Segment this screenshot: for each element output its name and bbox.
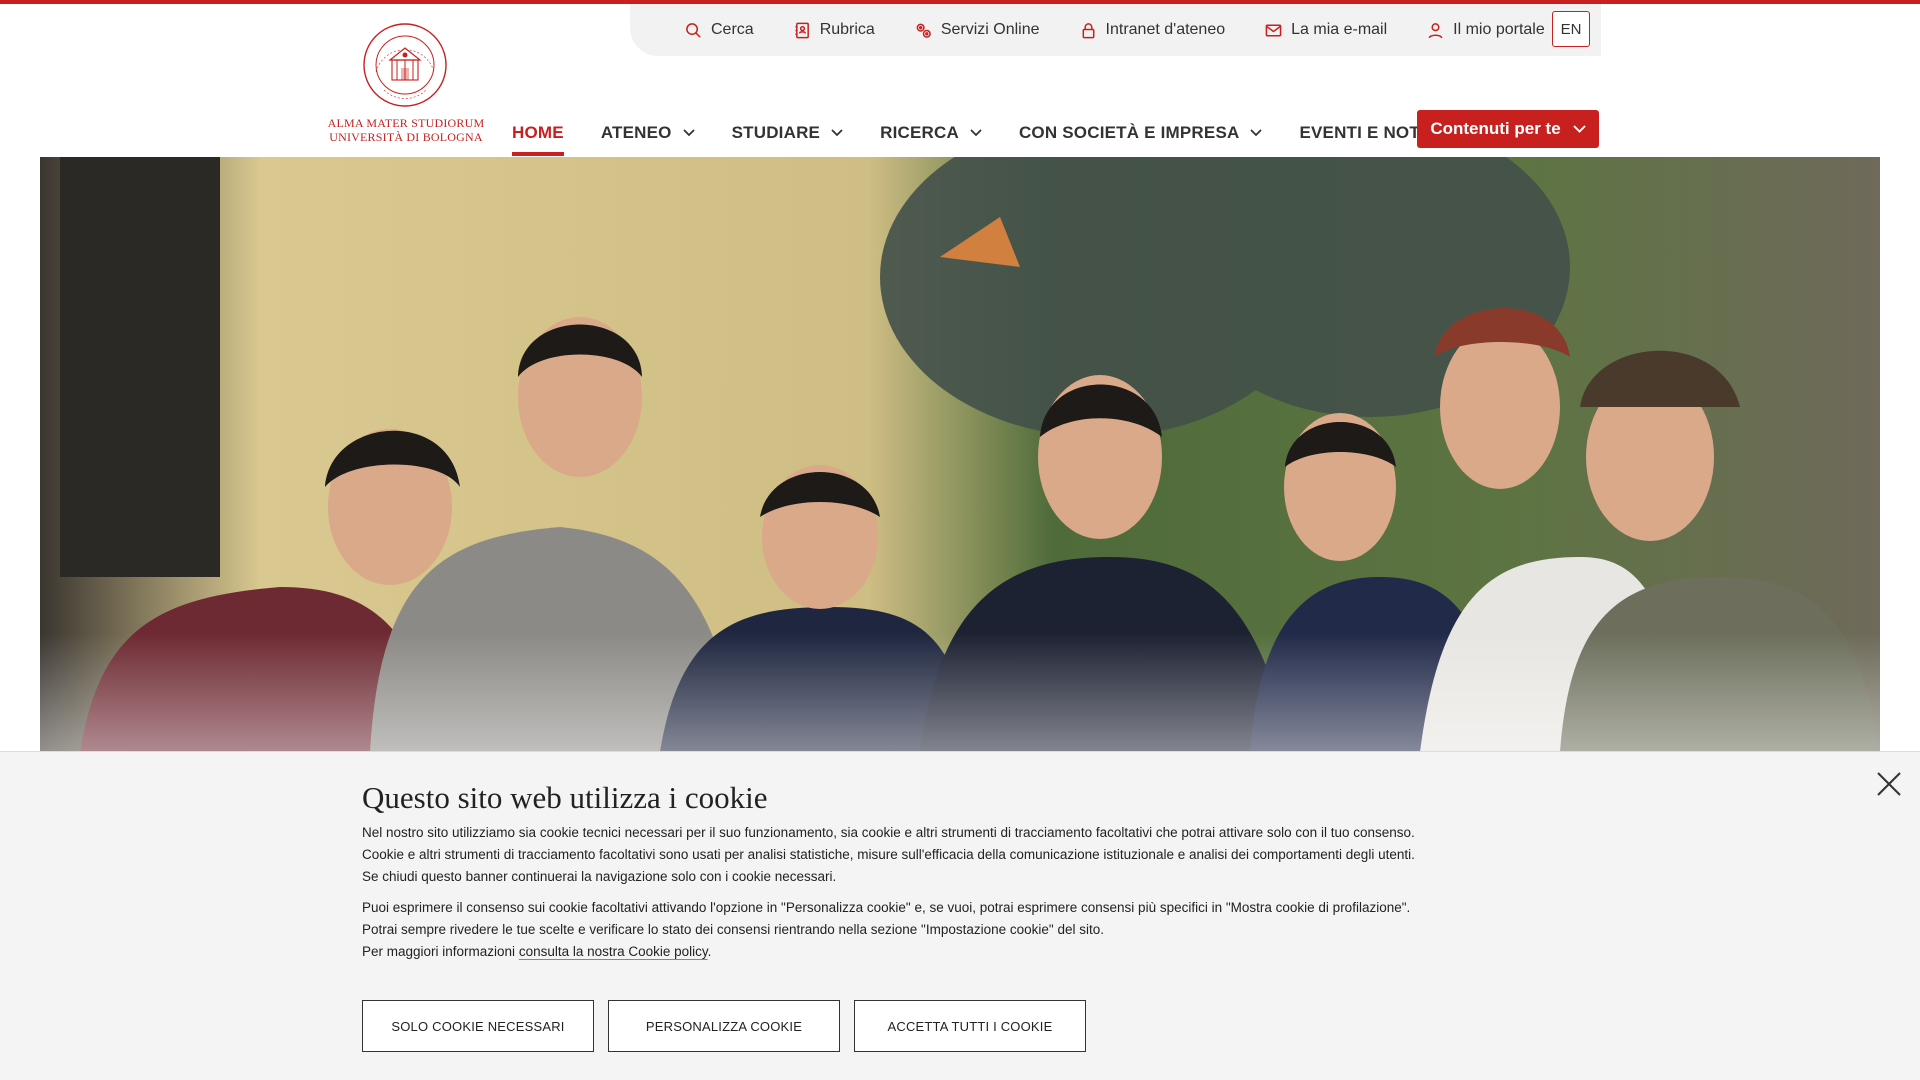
group-of-students-photo [40, 157, 1880, 752]
chevron-down-icon [682, 129, 695, 137]
nav-home-label: HOME [512, 123, 564, 142]
nav-studiare[interactable]: STUDIARE [732, 108, 844, 150]
search-icon [686, 22, 701, 38]
lock-icon [1082, 22, 1094, 38]
nav-home[interactable]: HOME [512, 108, 564, 156]
contenuti-per-te-label: Contenuti per te [1430, 119, 1561, 138]
utility-email-label: La mia e-mail [1291, 21, 1388, 38]
utility-search[interactable]: Cerca [685, 21, 754, 39]
logo-line-1: ALMA MATER STUDIORUM [327, 116, 485, 130]
only-necessary-cookies-button[interactable]: SOLO COOKIE NECESSARI [362, 1000, 594, 1052]
contenuti-per-te-button[interactable]: Contenuti per te [1417, 110, 1599, 148]
nav-ricerca[interactable]: RICERCA [880, 108, 982, 150]
utility-rubrica[interactable]: Rubrica [794, 21, 875, 39]
utility-rubrica-label: Rubrica [819, 21, 875, 38]
close-icon[interactable] [1875, 770, 1903, 798]
cookie-banner: Questo sito web utilizza i cookie Nel no… [0, 751, 1920, 1080]
cookie-banner-title: Questo sito web utilizza i cookie [362, 780, 768, 815]
chevron-down-icon [1250, 129, 1263, 137]
utility-online-services-label: Servizi Online [940, 21, 1040, 38]
customize-cookies-button[interactable]: PERSONALIZZA COOKIE [608, 1000, 840, 1052]
nav-ateneo[interactable]: ATENEO [601, 108, 695, 150]
cookie-policy-line: Per maggiori informazioni consulta la no… [362, 941, 711, 963]
nav-societa-impresa[interactable]: CON SOCIETÀ E IMPRESA [1019, 108, 1263, 150]
cookie-text-line: Potrai sempre rivedere le tue scelte e v… [362, 922, 1104, 937]
cookie-text-line: Puoi esprimere il consenso sui cookie fa… [362, 900, 1411, 915]
user-icon [1428, 22, 1443, 38]
chevron-down-icon [831, 129, 843, 137]
address-book-icon [795, 22, 809, 38]
utility-portal[interactable]: Il mio portale [1427, 21, 1545, 39]
chevron-down-icon [1573, 125, 1586, 133]
hero-image[interactable] [40, 157, 1880, 752]
cookie-policy-prefix: Per maggiori informazioni [362, 944, 519, 959]
language-switch-button[interactable]: EN [1552, 11, 1590, 47]
utility-online-services[interactable]: Servizi Online [915, 21, 1040, 39]
cookie-text-line: Se chiudi questo banner continuerai la n… [362, 869, 837, 884]
nav-ricerca-label: RICERCA [880, 123, 959, 142]
nav-ateneo-label: ATENEO [600, 123, 672, 142]
utility-email[interactable]: La mia e-mail [1265, 21, 1387, 39]
online-services-icon [916, 23, 931, 38]
university-seal-icon [363, 23, 447, 107]
logo-line-2: UNIVERSITÀ DI BOLOGNA [329, 130, 483, 144]
chevron-down-icon [970, 129, 982, 137]
mail-icon [1265, 24, 1282, 36]
utility-intranet[interactable]: Intranet d'ateneo [1080, 21, 1226, 39]
utility-intranet-label: Intranet d'ateneo [1105, 21, 1226, 38]
nav-societa-impresa-label: CON SOCIETÀ E IMPRESA [1018, 123, 1240, 142]
university-logo[interactable]: ALMA MATER STUDIORUM UNIVERSITÀ DI BOLOG… [326, 22, 486, 144]
utility-bar: Cerca Rubrica Servizi Online Intranet d'… [630, 4, 1601, 56]
main-navigation: HOME ATENEO STUDIARE RICERCA CON SOCIETÀ… [512, 108, 1489, 158]
cookie-policy-suffix: . [707, 944, 712, 959]
cookie-text-line: Nel nostro sito utilizziamo sia cookie t… [362, 825, 1415, 840]
cookie-policy-link[interactable]: consulta la nostra Cookie policy [519, 944, 708, 959]
utility-search-label: Cerca [711, 21, 754, 38]
cookie-text-line: Cookie e altri strumenti di tracciamento… [362, 847, 1415, 862]
accept-all-cookies-button[interactable]: ACCETTA TUTTI I COOKIE [854, 1000, 1086, 1052]
utility-portal-label: Il mio portale [1453, 21, 1545, 38]
nav-studiare-label: STUDIARE [731, 123, 821, 142]
